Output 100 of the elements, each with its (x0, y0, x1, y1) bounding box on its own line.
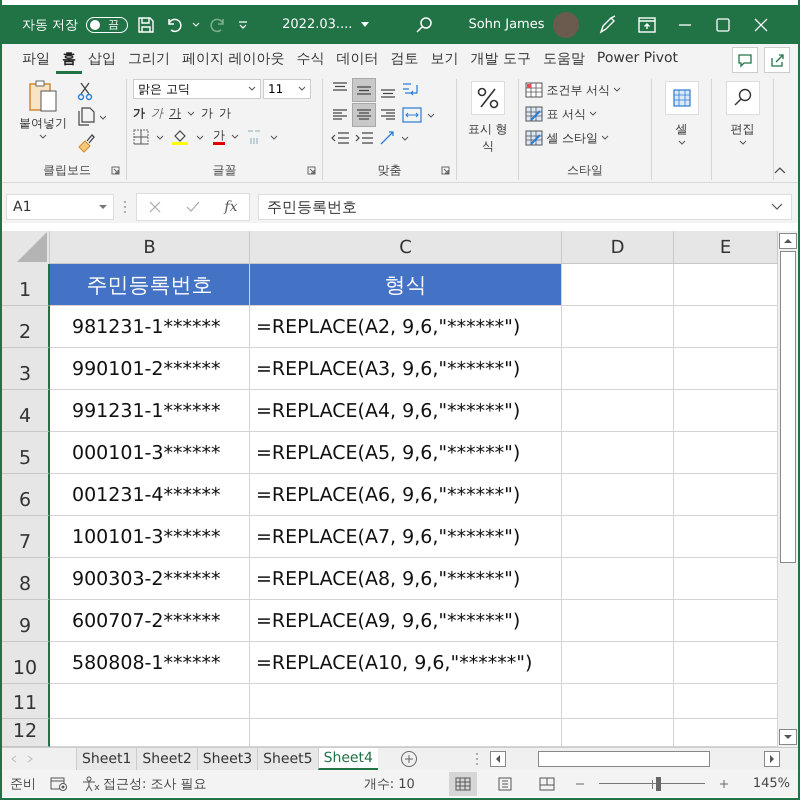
insert-function-button[interactable]: fx (224, 199, 238, 215)
view-button[interactable] (448, 772, 477, 796)
macro-record-icon[interactable] (50, 776, 68, 792)
table-cell: 100101-3****** (50, 516, 250, 558)
vertical-align-button[interactable] (352, 79, 375, 101)
status-text: 준비 (10, 776, 36, 792)
menu-tab[interactable]: 수식 (290, 46, 330, 74)
paste-button[interactable]: 붙여넣기 (14, 79, 72, 160)
bold-button[interactable]: 가 (133, 105, 145, 122)
row-header[interactable]: 8 (2, 558, 50, 600)
formula-field[interactable]: 주민등록번호 (258, 194, 792, 220)
scroll-down-icon[interactable] (779, 729, 797, 745)
caret-icon (613, 87, 622, 93)
sheet-tab[interactable]: Sheet4 (318, 748, 378, 770)
sheet-tab[interactable]: Sheet1 (76, 748, 136, 770)
count-text: 개수: 10 (364, 776, 415, 792)
menu-tab[interactable]: 페이지 레이아웃 (176, 46, 290, 74)
scroll-up-icon[interactable] (779, 233, 797, 249)
autosave-toggle[interactable]: 끔 (86, 16, 128, 32)
dialog-launcher-icon[interactable] (441, 166, 450, 175)
horizontal-scrollbar[interactable] (490, 750, 780, 768)
accessibility-button[interactable]: 접근성: 조사 필요 (82, 774, 207, 792)
borders-icon[interactable] (133, 128, 165, 146)
row-header[interactable]: 1 (2, 264, 50, 306)
caret-icon (601, 135, 610, 141)
caret-icon[interactable] (187, 110, 195, 116)
share-icon[interactable] (764, 46, 790, 72)
italic-button[interactable]: 가 (151, 105, 163, 122)
row-header[interactable]: 6 (2, 474, 50, 516)
grip-icon (474, 751, 480, 767)
save-icon[interactable] (136, 14, 156, 34)
merge-center-icon[interactable] (400, 106, 437, 124)
menu-tab[interactable]: 데이터 (330, 46, 384, 74)
increase-indent-icon[interactable] (352, 130, 375, 146)
styles-menu-button[interactable]: 셀 스타일 (525, 127, 646, 149)
zoom-in-icon[interactable] (718, 778, 729, 788)
sheet-tab[interactable]: Sheet5 (257, 748, 318, 770)
cells-button[interactable]: 셀 (664, 79, 699, 146)
menu-tab[interactable]: 검토 (384, 46, 424, 74)
column-header[interactable]: D (562, 231, 674, 264)
caret-icon (99, 204, 107, 210)
copy-icon[interactable] (76, 107, 106, 127)
format-painter-icon[interactable] (76, 133, 96, 153)
comment-icon[interactable] (732, 46, 758, 72)
collapse-ribbon-icon[interactable] (774, 166, 786, 174)
editing-button[interactable]: 편집 (726, 79, 760, 146)
table-cell: =REPLACE(A2, 9,6,"******") (250, 306, 562, 348)
dialog-launcher-icon[interactable] (306, 166, 316, 175)
table-cell: =REPLACE(A9, 9,6,"******") (250, 600, 562, 642)
decrease-font-button[interactable]: 가 (219, 105, 231, 122)
ribbon-display-icon[interactable] (636, 16, 656, 34)
check-icon[interactable] (185, 200, 202, 214)
cells-icon (664, 81, 699, 115)
menu-tab[interactable]: 그리기 (122, 46, 176, 74)
menu-tab[interactable]: 파일 (16, 46, 56, 74)
cut-icon[interactable] (76, 81, 94, 101)
menu-tab[interactable]: 삽입 (82, 46, 122, 74)
font-name-dropdown[interactable]: 맑은 고딕 (133, 79, 261, 99)
zoom-slider-thumb[interactable] (656, 776, 662, 790)
accessibility-icon (82, 776, 100, 792)
zoom-level-text[interactable]: 145% (752, 776, 790, 791)
caret-icon[interactable] (360, 20, 370, 28)
sheet-tab[interactable]: Sheet3 (196, 748, 258, 770)
sheet-tab[interactable]: Sheet2 (136, 748, 197, 770)
number-format-button[interactable]: 표시 형식 (463, 79, 512, 155)
menu-tab[interactable]: Power Pivot (590, 46, 684, 74)
row-header[interactable]: 10 (2, 642, 50, 684)
row-header[interactable]: 9 (2, 600, 50, 642)
vertical-scrollbar[interactable] (778, 231, 798, 747)
menu-tab[interactable]: 개발 도구 (464, 46, 537, 74)
font-color-button[interactable]: 가 (213, 129, 225, 145)
table-cell: 580808-1****** (50, 642, 250, 684)
font-size-dropdown[interactable]: 11 (263, 79, 311, 99)
scroll-thumb[interactable] (780, 251, 796, 563)
scroll-left-icon[interactable] (490, 751, 506, 767)
row-header[interactable]: 7 (2, 516, 50, 558)
row-header[interactable]: 5 (2, 432, 50, 474)
row-header[interactable]: 2 (2, 306, 50, 348)
search-icon[interactable] (414, 14, 434, 34)
underline-button[interactable]: 가 (169, 105, 181, 122)
decrease-indent-icon[interactable] (328, 130, 351, 146)
add-sheet-icon[interactable] (400, 750, 418, 768)
scroll-thumb[interactable] (538, 751, 710, 767)
caret-icon[interactable] (231, 134, 239, 140)
row-header[interactable]: 3 (2, 348, 50, 390)
menu-tab[interactable]: 도움말 (536, 46, 591, 74)
menu-tab[interactable]: 보기 (424, 46, 464, 74)
dialog-launcher-icon[interactable] (111, 166, 120, 175)
file-name[interactable]: 2022.03.... (282, 17, 352, 32)
styles-menu-button[interactable]: 표 서식 (525, 103, 646, 125)
row-header[interactable]: 12 (2, 719, 50, 747)
scroll-right-icon[interactable] (764, 751, 780, 767)
row-header[interactable]: 11 (2, 684, 50, 719)
name-box[interactable]: A1 (6, 194, 114, 220)
table-cell: 990101-2****** (50, 348, 250, 390)
row-header[interactable]: 4 (2, 390, 50, 432)
styles-menu-button[interactable]: 조건부 서식 (525, 79, 646, 101)
caret-icon[interactable] (192, 20, 200, 28)
horizontal-align-button[interactable] (352, 104, 375, 126)
increase-font-button[interactable]: 가 (201, 105, 213, 122)
